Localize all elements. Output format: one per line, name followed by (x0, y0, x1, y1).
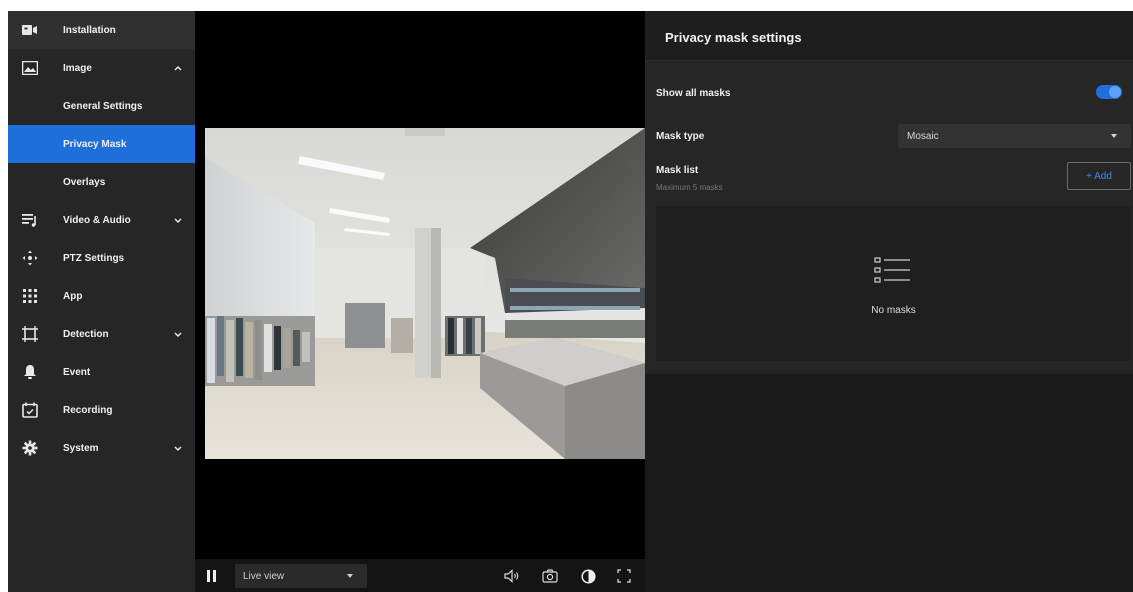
caret-down-icon (347, 574, 353, 578)
sidebar-item-recording[interactable]: Recording (8, 391, 195, 429)
sidebar-item-general-settings[interactable]: General Settings (8, 87, 195, 125)
mask-list-label: Mask list (656, 165, 699, 176)
panel-body: Show all masks Mask type Mosaic Mask lis… (645, 61, 1133, 374)
mask-type-value: Mosaic (907, 130, 939, 142)
sidebar-item-label: General Settings (63, 100, 143, 112)
sidebar-item-label: Image (63, 62, 92, 74)
add-mask-button[interactable]: + Add (1067, 162, 1131, 190)
sidebar-item-privacy-mask[interactable]: Privacy Mask (8, 125, 195, 163)
panel-header: Privacy mask settings (645, 11, 1133, 61)
sidebar-item-label: Detection (63, 328, 109, 340)
sidebar-item-label: App (63, 290, 83, 302)
mask-list-empty-state: No masks (656, 206, 1131, 361)
sidebar-item-label: Event (63, 366, 91, 378)
show-all-masks-toggle[interactable] (1096, 85, 1122, 99)
sidebar-item-overlays[interactable]: Overlays (8, 163, 195, 201)
mask-type-label: Mask type (656, 131, 705, 142)
video-viewer: Live view (195, 11, 645, 592)
sidebar: Installation Image General Settings Priv… (8, 11, 195, 592)
calendar-icon (22, 402, 38, 418)
toggle-knob (1109, 86, 1121, 98)
show-all-masks-label: Show all masks (656, 88, 731, 99)
video-controls-bar: Live view (195, 559, 645, 592)
app-window: Installation Image General Settings Priv… (8, 11, 1133, 592)
gear-icon (22, 440, 38, 456)
video-camera-icon (22, 22, 38, 38)
sidebar-item-label: System (63, 442, 99, 454)
bell-icon (22, 364, 38, 380)
pause-icon[interactable] (203, 567, 221, 585)
mask-type-select[interactable]: Mosaic (898, 124, 1131, 148)
empty-list-icon (874, 257, 910, 283)
volume-icon[interactable] (503, 567, 521, 585)
sidebar-item-label: Recording (63, 404, 113, 416)
sidebar-item-ptz-settings[interactable]: PTZ Settings (8, 239, 195, 277)
camera-live-feed[interactable] (205, 128, 645, 459)
sidebar-item-label: Installation (63, 24, 116, 36)
detection-frame-icon (22, 326, 38, 342)
chevron-down-icon (174, 218, 182, 224)
contrast-icon[interactable] (579, 567, 597, 585)
sidebar-item-video-audio[interactable]: Video & Audio (8, 201, 195, 239)
sidebar-item-label: Video & Audio (63, 214, 131, 226)
snapshot-icon[interactable] (541, 567, 559, 585)
fullscreen-icon[interactable] (615, 567, 633, 585)
sidebar-item-event[interactable]: Event (8, 353, 195, 391)
sidebar-item-label: Privacy Mask (63, 138, 127, 150)
image-icon (22, 60, 38, 76)
sidebar-item-installation[interactable]: Installation (8, 11, 195, 49)
caret-down-icon (1111, 134, 1117, 138)
app-grid-icon (22, 288, 38, 304)
chevron-down-icon (174, 446, 182, 452)
chevron-down-icon (174, 332, 182, 338)
panel-title: Privacy mask settings (665, 30, 802, 45)
no-masks-text: No masks (871, 305, 916, 316)
sidebar-item-label: PTZ Settings (63, 252, 125, 264)
sidebar-item-system[interactable]: System (8, 429, 195, 467)
ptz-move-icon (22, 250, 38, 266)
sidebar-item-image[interactable]: Image (8, 49, 195, 87)
mask-list-hint: Maximum 5 masks (656, 183, 723, 192)
view-mode-value: Live view (243, 570, 285, 582)
chevron-up-icon (174, 65, 182, 71)
sidebar-item-label: Overlays (63, 176, 106, 188)
privacy-mask-panel: Privacy mask settings Show all masks Mas… (645, 11, 1133, 592)
sidebar-item-detection[interactable]: Detection (8, 315, 195, 353)
video-audio-icon (22, 212, 38, 228)
sidebar-item-app[interactable]: App (8, 277, 195, 315)
view-mode-select[interactable]: Live view (235, 564, 367, 588)
